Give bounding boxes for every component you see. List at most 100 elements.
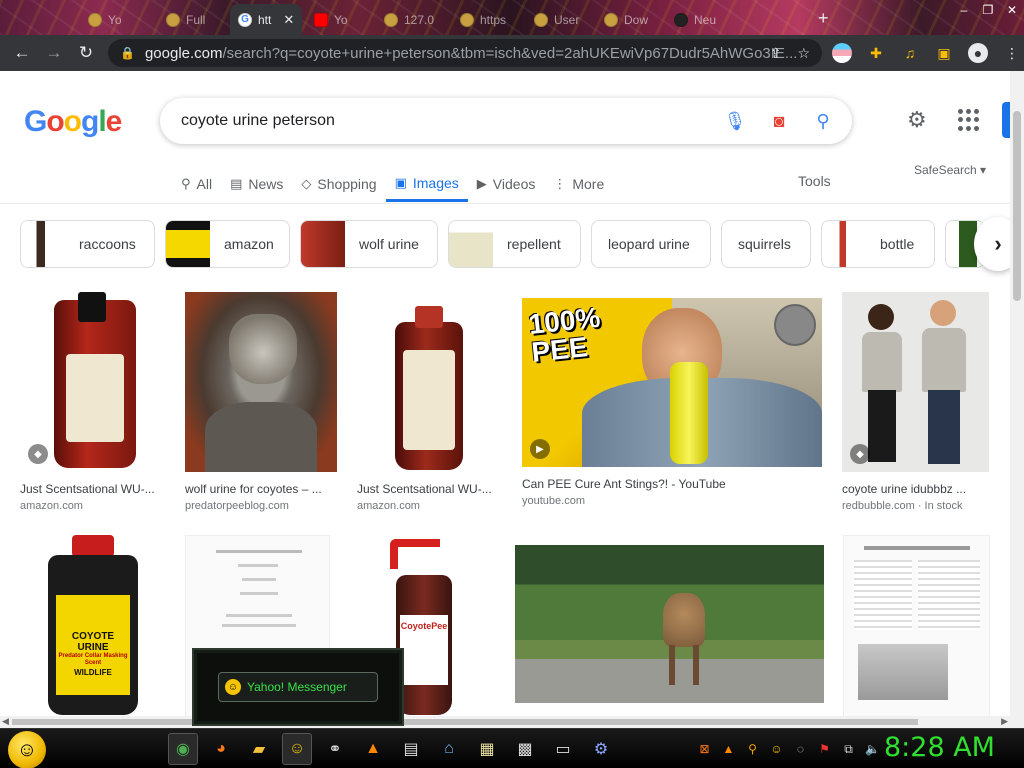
usb-icon[interactable]: ⌂ <box>434 733 464 765</box>
result-title: Just Scentsational WU-... <box>357 482 492 496</box>
tab-label: Shopping <box>317 176 377 192</box>
side-panel-icon[interactable]: ▣ <box>934 43 954 63</box>
flag-extension-icon[interactable] <box>832 43 852 63</box>
firefox-icon[interactable]: ◕ <box>206 733 236 765</box>
tray-chat-icon[interactable]: ◌ <box>792 741 809 758</box>
browser-tab[interactable]: 127.0 <box>376 4 450 35</box>
media-control-icon[interactable]: ♫ <box>900 43 920 63</box>
browser-tab[interactable]: https <box>452 4 522 35</box>
tab-all[interactable]: ⚲ All <box>172 166 221 202</box>
chip-squirrels[interactable]: squirrels <box>721 220 811 268</box>
browser-tab-active[interactable]: Ghtt ✕ <box>230 4 302 35</box>
vlc-icon[interactable]: ▲ <box>358 733 388 765</box>
image-result[interactable]: wolf urine for coyotes – ... predatorpee… <box>185 292 337 512</box>
microphone-icon[interactable]: 🎙 <box>724 110 747 132</box>
chip-repellent[interactable]: repellent <box>448 220 581 268</box>
tab-news[interactable]: ▤ News <box>221 166 292 202</box>
tray-network-icon[interactable]: ⧉ <box>840 741 857 758</box>
browser-tab[interactable]: Neu <box>666 4 736 35</box>
tools-button[interactable]: Tools <box>798 173 831 189</box>
tray-app-icon[interactable]: ⊠ <box>696 741 713 758</box>
browser-tab[interactable]: Full <box>158 4 226 35</box>
taskbar: ☺ ◉ ◕ ▰ ☺ ⚭ ▲ ▤ ⌂ ▦ ▩ ▭ ⚙ ⊠ ▲ ⚲ ☺ ◌ ⚑ ⧉ … <box>0 728 1024 768</box>
browser-tab[interactable]: Yo <box>306 4 372 35</box>
yahoo-messenger-icon[interactable]: ☺ <box>282 733 312 765</box>
product-tag-icon: ◆ <box>850 444 870 464</box>
forward-arrow-icon[interactable]: → <box>38 37 70 69</box>
safesearch-dropdown[interactable]: SafeSearch ▾ <box>914 163 986 177</box>
search-input[interactable]: coyote urine peterson 🎙 ◙ ⚲ <box>160 98 852 144</box>
tab-shopping[interactable]: ◇ Shopping <box>292 166 385 202</box>
image-result[interactable]: Just Scentsational WU-... amazon.com <box>357 292 502 512</box>
share-icon[interactable]: ⇪ <box>770 45 782 62</box>
folder-icon[interactable]: ▰ <box>244 733 274 765</box>
image-result[interactable]: ◆ coyote urine idubbbz ... redbubble.com… <box>842 292 989 512</box>
google-logo[interactable]: Google <box>24 105 122 139</box>
settings-app-icon[interactable]: ⚙ <box>586 733 616 765</box>
yahoo-messenger-popup[interactable]: ☺ Yahoo! Messenger <box>192 648 404 726</box>
close-tab-icon[interactable]: ✕ <box>283 12 294 28</box>
image-result[interactable] <box>515 545 824 703</box>
document-line <box>240 592 278 595</box>
browser-tab[interactable]: Yo <box>80 4 152 35</box>
bookmark-star-icon[interactable]: ☆ <box>797 45 810 62</box>
taskbar-clock[interactable]: 8:28 AM <box>884 732 995 763</box>
image-result[interactable]: COYOTE URINE Predator Collar Masking Sce… <box>20 535 165 716</box>
chip-label: leopard urine <box>608 236 690 252</box>
tray-vlc-icon[interactable]: ▲ <box>720 741 737 758</box>
network-icon[interactable]: ⚭ <box>320 733 350 765</box>
chip-wolf-urine[interactable]: wolf urine <box>300 220 438 268</box>
image-result[interactable]: 100% PEE ▶ Can PEE Cure Ant Stings?! - Y… <box>522 292 822 507</box>
search-icon[interactable]: ⚲ <box>812 110 834 132</box>
messenger-button[interactable]: ☺ Yahoo! Messenger <box>218 672 378 702</box>
spray-brand-text: CoyotePee <box>400 621 448 631</box>
chip-amazon[interactable]: amazon <box>165 220 290 268</box>
tab-videos[interactable]: ▶ Videos <box>468 166 545 202</box>
tab-more[interactable]: ⋮ More <box>544 166 613 202</box>
image-result[interactable] <box>843 535 990 716</box>
profile-avatar-icon[interactable]: ● <box>968 43 988 63</box>
menu-kebab-icon[interactable]: ⋮ <box>1002 43 1022 63</box>
chrome-icon[interactable]: ◉ <box>168 733 198 765</box>
new-tab-button[interactable]: + <box>818 8 829 29</box>
github-favicon <box>674 12 688 27</box>
puzzle-extension-icon[interactable]: ✚ <box>866 43 886 63</box>
horizontal-scrollbar[interactable]: ◀ ▶ <box>0 716 1010 728</box>
reload-icon[interactable]: ↻ <box>70 37 102 69</box>
caret-down-icon: ▾ <box>976 163 987 177</box>
tab-images[interactable]: ▣ Images <box>385 166 468 202</box>
start-button-smiley-icon[interactable]: ☺ <box>8 731 46 768</box>
bottle-brand-text: COYOTE URINE <box>71 631 115 653</box>
result-title: Just Scentsational WU-... <box>20 482 155 496</box>
document-icon[interactable]: ▦ <box>472 733 502 765</box>
chip-bottle[interactable]: bottle <box>821 220 935 268</box>
notepad-icon[interactable]: ▤ <box>396 733 426 765</box>
tray-search-icon[interactable]: ⚲ <box>744 741 761 758</box>
7zip-icon[interactable]: ▩ <box>510 733 540 765</box>
chip-leopard-urine[interactable]: leopard urine <box>591 220 711 268</box>
back-arrow-icon[interactable]: ← <box>6 37 38 69</box>
result-thumbnail <box>843 535 990 716</box>
tray-security-flag-icon[interactable]: ⚑ <box>816 741 833 758</box>
tray-messenger-icon[interactable]: ☺ <box>768 741 785 758</box>
browser-tab[interactable]: Dow <box>596 4 662 35</box>
apps-grid-icon[interactable] <box>958 109 980 131</box>
close-window-icon[interactable]: ✕ <box>1000 0 1024 20</box>
restore-icon[interactable]: ❐ <box>976 0 1000 20</box>
vertical-scrollbar[interactable] <box>1010 71 1024 728</box>
lens-camera-icon[interactable]: ◙ <box>768 110 790 132</box>
browser-tab[interactable]: User <box>526 4 592 35</box>
bottle-sub-text: Predator Collar Masking Scent <box>58 653 128 666</box>
chip-raccoons[interactable]: raccoons <box>20 220 155 268</box>
scroll-left-icon[interactable]: ◀ <box>2 716 9 727</box>
scrollbar-thumb[interactable] <box>1013 111 1021 301</box>
settings-gear-icon[interactable]: ⚙ <box>907 107 927 133</box>
terminal-icon[interactable]: ▭ <box>548 733 578 765</box>
scrollbar-thumb[interactable] <box>12 719 918 725</box>
sign-in-button[interactable] <box>1002 102 1010 138</box>
image-result[interactable]: ◆ Just Scentsational WU-... amazon.com <box>20 292 165 512</box>
scroll-right-icon[interactable]: ▶ <box>1001 716 1008 727</box>
minimize-icon[interactable]: – <box>952 0 976 20</box>
volume-icon[interactable]: 🔈 <box>864 741 881 758</box>
address-bar[interactable]: 🔒 google.com/search?q=coyote+urine+peter… <box>108 39 822 67</box>
